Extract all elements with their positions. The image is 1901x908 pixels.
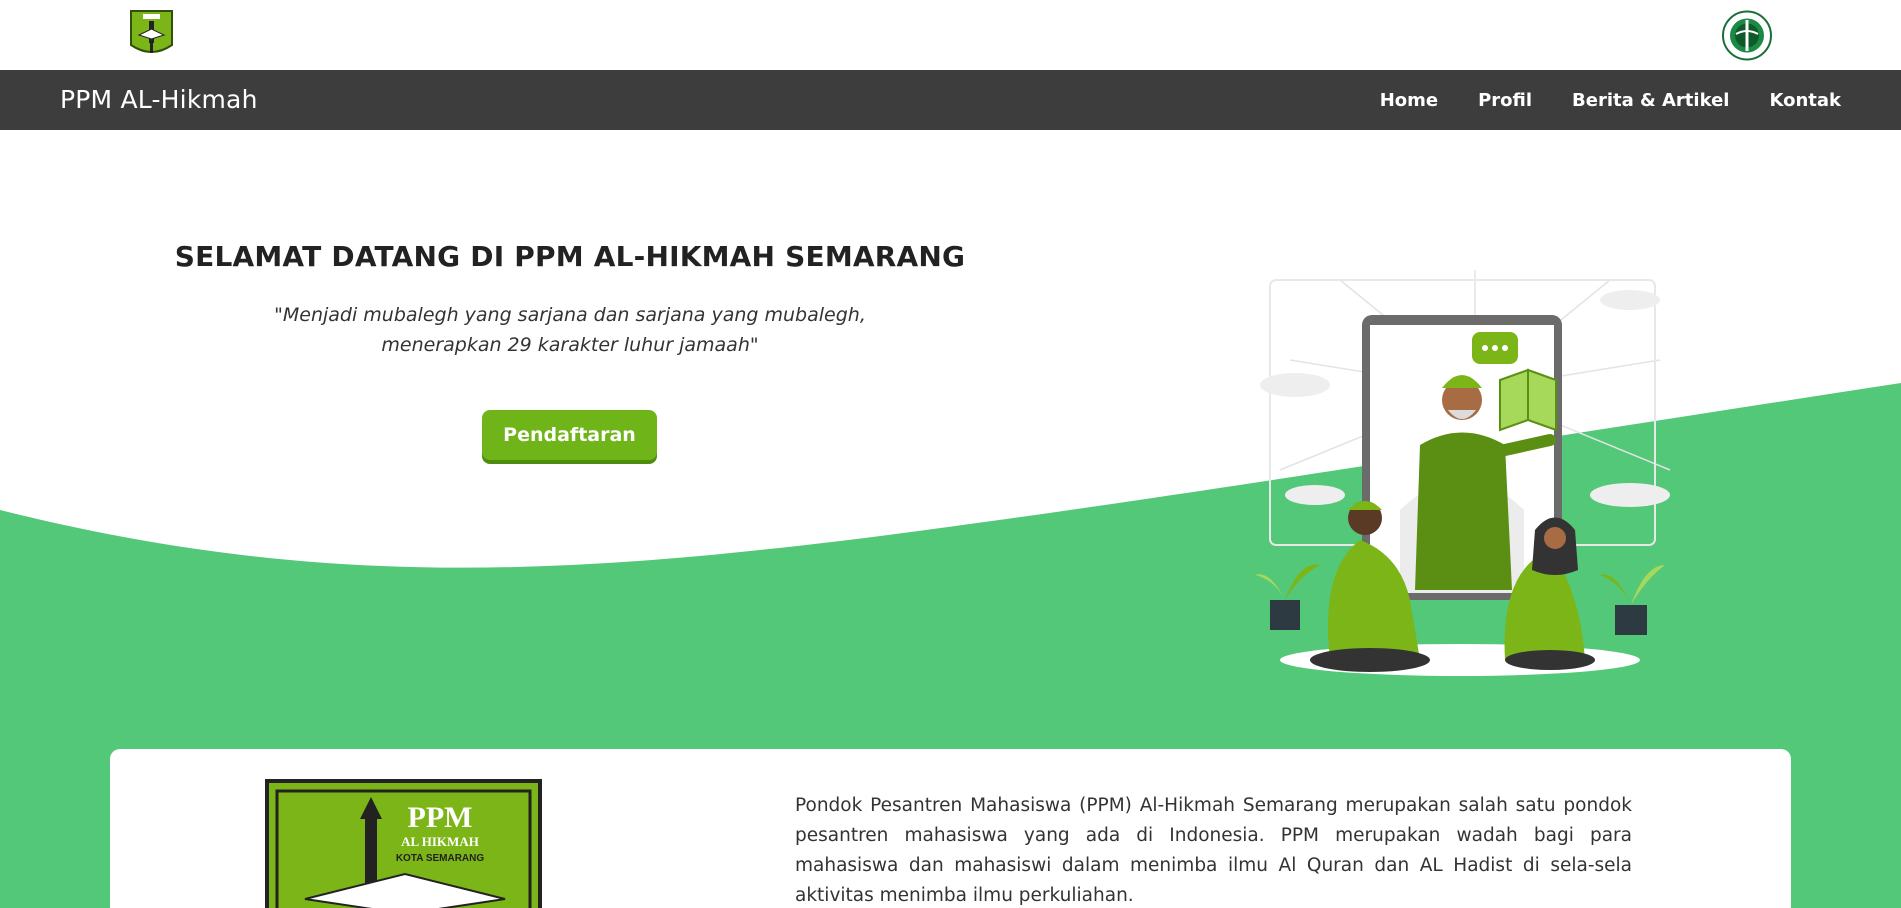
chat-bubble-icon: [1472, 332, 1518, 364]
logo-text-kota: KOTA SEMARANG: [396, 853, 485, 864]
about-card: PPM AL HIKMAH KOTA SEMARANG Pondok Pesan…: [110, 749, 1791, 908]
tower-icon: [365, 819, 377, 889]
nav-berita-artikel[interactable]: Berita & Artikel: [1572, 90, 1729, 111]
plant-left-icon: [1255, 564, 1320, 630]
nav-profil[interactable]: Profil: [1478, 90, 1532, 111]
quote-line-1: "Menjadi mubalegh yang sarjana dan sarja…: [274, 304, 866, 326]
quote-line-2: menerapkan 29 karakter luhur jamaah": [381, 334, 759, 356]
nav-home[interactable]: Home: [1380, 90, 1438, 111]
ppm-logo-icon[interactable]: [129, 9, 174, 60]
top-logo-bar: [0, 0, 1901, 70]
about-description: Pondok Pesantren Mahasiswa (PPM) Al-Hikm…: [795, 795, 1632, 906]
teacher-students-illustration: [1255, 270, 1671, 676]
register-button[interactable]: Pendaftaran: [482, 410, 657, 460]
university-emblem-icon[interactable]: [1721, 10, 1773, 61]
main-navbar: PPM AL-Hikmah Home Profil Berita & Artik…: [0, 70, 1901, 130]
book-icon: [1499, 368, 1557, 432]
brand-name[interactable]: PPM AL-Hikmah: [60, 85, 258, 114]
nav-kontak[interactable]: Kontak: [1769, 90, 1841, 111]
hero-title: SELAMAT DATANG DI PPM AL-HIKMAH SEMARANG: [174, 240, 966, 273]
nav-menu: Home Profil Berita & Artikel Kontak: [1340, 70, 1841, 130]
hero-quote: "Menjadi mubalegh yang sarjana dan sarja…: [270, 300, 870, 360]
plant-right-icon: [1600, 565, 1665, 635]
ppm-alhikmah-logo: PPM AL HIKMAH KOTA SEMARANG: [265, 779, 542, 908]
logo-text-ppm: PPM: [408, 801, 473, 834]
logo-text-alhikmah: AL HIKMAH: [401, 834, 479, 849]
